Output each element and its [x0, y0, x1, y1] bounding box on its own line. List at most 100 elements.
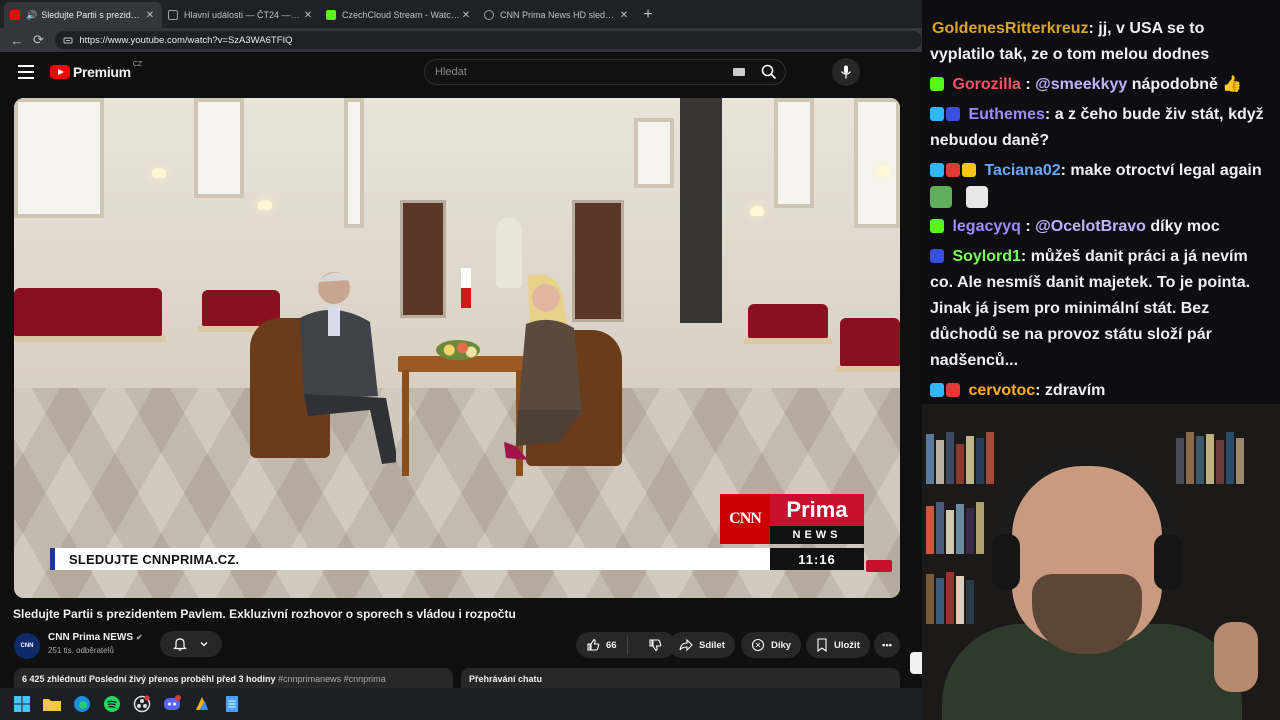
reload-icon[interactable]: ⟳ [28, 30, 50, 50]
subscriber-badge-icon [930, 77, 944, 91]
scene-sofa [14, 288, 166, 342]
news-logo-text: NEWS [770, 526, 864, 544]
tab-ct24[interactable]: Hlavní události — ČT24 — Česká ✕ [162, 2, 320, 28]
channel-name[interactable]: CNN Prima NEWS ✔ [48, 632, 143, 643]
scene-woman [504, 274, 582, 460]
like-dislike-group: 66 [576, 632, 676, 658]
new-tab-button[interactable]: + [636, 2, 660, 28]
channel-name-text: CNN Prima NEWS [48, 632, 134, 643]
page-favicon-icon [168, 10, 178, 20]
chat-text: : zdravím [1035, 382, 1106, 399]
address-bar[interactable]: https://www.youtube.com/watch?v=SzA3WA6T… [55, 31, 922, 49]
frog-emote-icon [930, 185, 952, 208]
lower-third-bar: SLEDUJTE CNNPRIMA.CZ. [50, 548, 770, 570]
globe-icon [484, 10, 494, 20]
chat-replay-panel[interactable]: Přehrávání chatu [461, 668, 900, 688]
save-button[interactable]: Uložit [806, 632, 870, 658]
youtube-header: Premium CZ Hledat [0, 52, 922, 92]
share-button[interactable]: Sdílet [669, 632, 735, 658]
thanks-button[interactable]: Díky [741, 632, 802, 658]
scene-pillar [680, 98, 722, 323]
youtube-logo[interactable]: Premium CZ [50, 61, 142, 80]
headphone-earcup [992, 534, 1020, 590]
thanks-icon [751, 638, 765, 652]
edge-browser-icon[interactable] [72, 694, 92, 714]
keyboard-icon[interactable] [733, 68, 745, 76]
views-info: 6 425 zhlédnutí Poslední živý přenos pro… [22, 674, 276, 684]
scene-window [634, 118, 674, 188]
scene-window [14, 98, 104, 218]
notifications-button[interactable] [160, 631, 222, 657]
more-actions-button[interactable]: ••• [874, 632, 900, 658]
thumbs-down-icon [649, 639, 662, 652]
more-icon: ••• [882, 639, 892, 651]
share-icon [679, 638, 693, 652]
like-button[interactable]: 66 [576, 636, 629, 654]
scene-lamp [876, 166, 890, 176]
tab-title: CzechCloud Stream - Watch Live [342, 10, 460, 20]
chat-message: Soylord1: můžeš danit práci a já nevím c… [930, 244, 1272, 374]
spotify-icon[interactable] [102, 694, 122, 714]
search-button[interactable] [753, 60, 785, 84]
scene-window [194, 98, 244, 198]
channel-watermark-icon [866, 560, 892, 572]
prima-news-box: Prima NEWS [770, 494, 864, 544]
chat-username: Taciana02 [984, 162, 1061, 179]
close-tab-icon[interactable]: ✕ [302, 10, 314, 21]
search-input[interactable]: Hledat [424, 59, 786, 85]
scene-sofa [836, 318, 900, 372]
channel-avatar[interactable]: CNN [14, 633, 40, 659]
scene-door [400, 200, 446, 318]
chat-username: legacyyq [952, 218, 1021, 235]
voice-search-button[interactable] [832, 58, 860, 86]
youtube-favicon-icon [10, 10, 20, 20]
chat-message: Gorozilla : @smeekkyy nápodobně 👍 [930, 72, 1272, 98]
hashtags[interactable]: #cnnprimanews #cnnprima [278, 674, 386, 684]
close-tab-icon[interactable]: ✕ [460, 10, 472, 21]
scene-sofa [744, 304, 832, 344]
tab-title: CNN Prima News HD sledujte onl [500, 10, 618, 20]
chat-username: Gorozilla [952, 76, 1021, 93]
video-player[interactable]: CNN Prima NEWS SLEDUJTE CNNPRIMA.CZ. 11:… [14, 98, 900, 598]
microphone-icon [841, 65, 851, 79]
search-icon [761, 64, 777, 80]
tab-youtube[interactable]: 🔊 Sledujte Partii s prezidentem ✕ [4, 2, 162, 28]
site-info-icon[interactable] [63, 35, 73, 45]
cube-badge-icon [930, 107, 944, 121]
app-icon[interactable] [192, 694, 212, 714]
verified-check-icon: ✔ [136, 633, 143, 642]
discord-icon[interactable] [162, 694, 182, 714]
speaker-icon[interactable]: 🔊 [26, 10, 37, 21]
windows-start-icon[interactable] [12, 694, 32, 714]
crown-badge-icon [962, 163, 976, 177]
bell-icon [173, 638, 187, 651]
obs-icon[interactable] [132, 694, 152, 714]
chat-username: cervotoc [968, 382, 1036, 399]
scene-lamp [152, 168, 166, 178]
chat-message: Taciana02: make otroctví legal again [930, 158, 1272, 210]
chat-mention: @OcelotBravo [1035, 218, 1146, 235]
cnn-prima-news-logo: CNN Prima NEWS [720, 494, 864, 544]
file-explorer-icon[interactable] [42, 694, 62, 714]
chat-message: legacyyq : @OcelotBravo díky moc [930, 214, 1272, 240]
tab-kick[interactable]: CzechCloud Stream - Watch Live ✕ [320, 2, 478, 28]
scrollbar-thumb[interactable] [910, 652, 922, 674]
cube-badge-icon [930, 163, 944, 177]
tab-cnnprima[interactable]: CNN Prima News HD sledujte onl ✕ [478, 2, 636, 28]
menu-icon[interactable] [18, 65, 34, 79]
chat-message: GoldenesRitterkreuz: jj, v USA se to vyp… [930, 16, 1272, 68]
chat-text: : můžeš danit práci a já nevím co. Ale n… [930, 248, 1251, 369]
browser-toolbar: ← ⟳ https://www.youtube.com/watch?v=SzA3… [0, 28, 922, 52]
description-box[interactable]: 6 425 zhlédnutí Poslední živý přenos pro… [14, 668, 453, 688]
back-arrow-icon[interactable]: ← [6, 30, 28, 50]
chat-message: Euthemes: a z čeho bude živ stát, když n… [930, 102, 1272, 154]
tab-title: Sledujte Partii s prezidentem [41, 10, 144, 20]
bookshelf [1172, 424, 1280, 484]
close-tab-icon[interactable]: ✕ [618, 10, 630, 21]
scene-window [774, 98, 814, 208]
notepad-icon[interactable] [222, 694, 242, 714]
prima-logo-text: Prima [770, 494, 864, 526]
close-tab-icon[interactable]: ✕ [144, 10, 156, 21]
scene-window [344, 98, 364, 228]
thumbs-up-icon [587, 638, 600, 651]
